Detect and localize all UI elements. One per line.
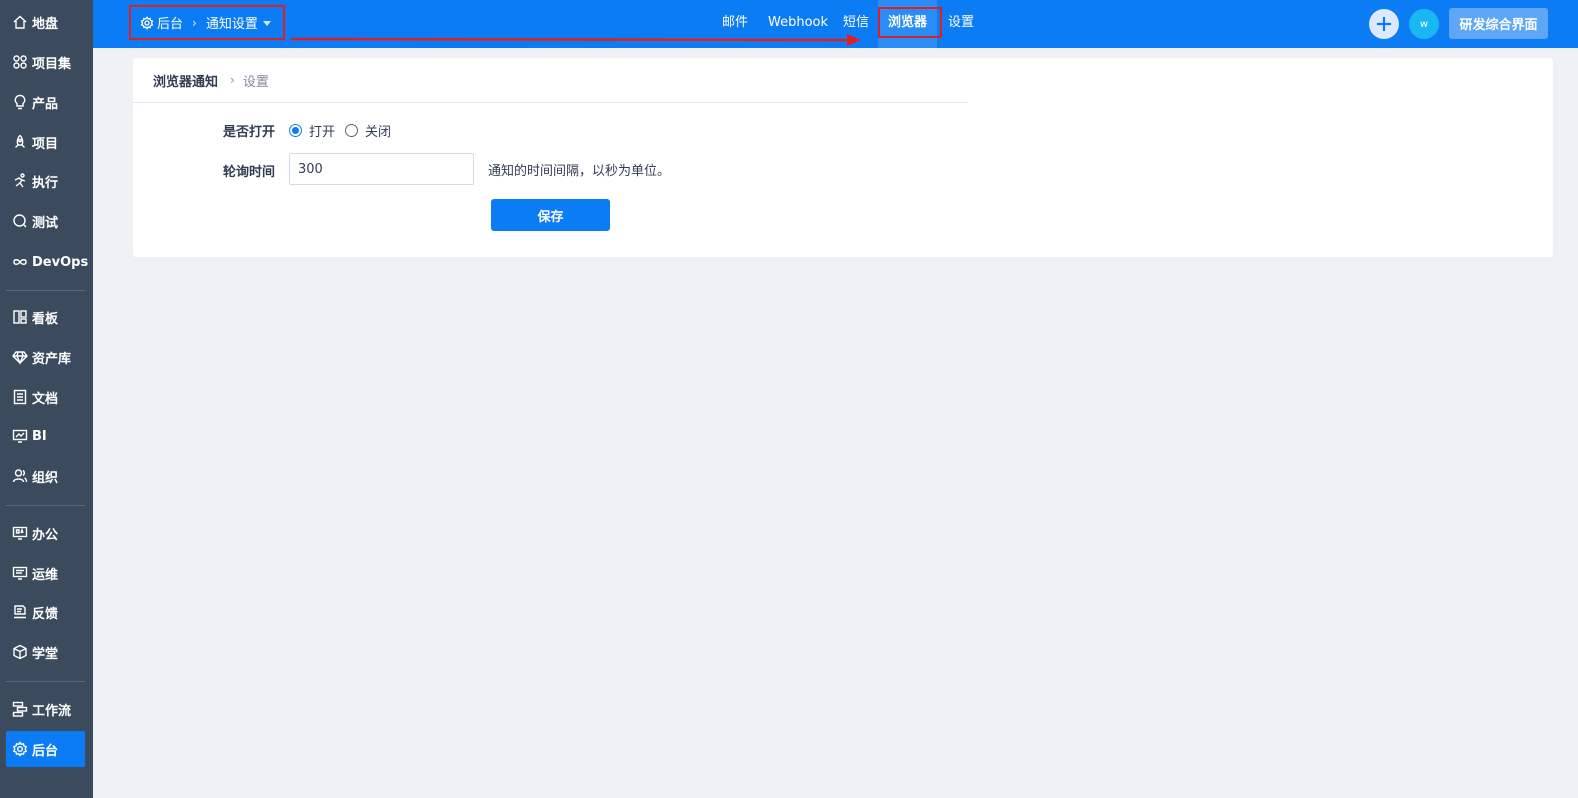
sidebar-item-label: DevOps: [32, 254, 89, 270]
sidebar-item-project[interactable]: 项目: [6, 124, 85, 160]
sidebar-item-devops[interactable]: DevOps: [6, 244, 89, 280]
cube-icon: [12, 644, 28, 660]
bulb-icon: [12, 94, 28, 110]
infinity-icon: [12, 254, 28, 270]
people-icon: [12, 468, 28, 484]
sidebar-item-admin[interactable]: 后台: [6, 731, 85, 767]
sidebar-item-label: 地盘: [32, 16, 59, 32]
panel-subtitle: 设置: [242, 74, 269, 90]
run-icon: [12, 173, 28, 189]
feedback-icon: [12, 604, 28, 620]
topbar: 后台 › 通知设置 邮件 Webhook 短信 浏览器 设置 w 研发综合界面: [93, 0, 1578, 48]
sidebar-item-dashboard[interactable]: 地盘: [6, 4, 85, 40]
interval-hint: 通知的时间间隔，以秒为单位。: [488, 164, 671, 179]
sidebar: 地盘 项目集 产品 项目 执行 测试 DevOps 看板 资产库 文档 BI 组…: [0, 0, 93, 798]
annotation-highlight-box: [878, 7, 942, 38]
sidebar-divider: [6, 505, 85, 506]
sidebar-item-label: 资产库: [32, 351, 72, 367]
workflow-icon: [12, 701, 28, 717]
sidebar-item-test[interactable]: 测试: [6, 203, 85, 239]
panel-header: 浏览器通知 › 设置: [133, 58, 968, 103]
sidebar-item-org[interactable]: 组织: [6, 458, 85, 494]
radio-off-label[interactable]: 关闭: [365, 121, 391, 140]
sidebar-item-label: 看板: [32, 311, 59, 327]
switch-interface-button[interactable]: 研发综合界面: [1449, 8, 1548, 39]
diamond-icon: [12, 349, 28, 365]
sidebar-item-label: 组织: [32, 470, 59, 486]
gear-icon: [140, 15, 154, 30]
settings-panel: 浏览器通知 › 设置 是否打开 打开 关闭 轮询时间 通知的时间间隔，以秒为单位…: [133, 58, 1553, 257]
interval-input[interactable]: [289, 153, 474, 185]
chevron-right-icon: ›: [192, 15, 197, 30]
sidebar-item-label: 办公: [32, 527, 59, 543]
sidebar-item-academy[interactable]: 学堂: [6, 634, 85, 670]
caret-down-icon: [262, 21, 271, 26]
tab-mail[interactable]: 邮件: [722, 0, 748, 48]
kanban-icon: [12, 309, 28, 325]
sidebar-item-bi[interactable]: BI: [6, 418, 85, 454]
sidebar-item-kanban[interactable]: 看板: [6, 299, 85, 335]
sidebar-item-label: 产品: [32, 96, 59, 112]
rocket-icon: [12, 134, 28, 150]
save-button[interactable]: 保存: [491, 199, 610, 231]
sidebar-item-label: 工作流: [32, 703, 72, 719]
document-icon: [12, 389, 28, 405]
home-icon: [12, 14, 28, 30]
test-search-icon: [12, 213, 28, 229]
sidebar-item-docs[interactable]: 文档: [6, 379, 85, 415]
sidebar-item-label: 文档: [32, 391, 59, 407]
enable-radio-group: 打开 关闭: [289, 121, 391, 140]
sidebar-item-label: 测试: [32, 215, 59, 231]
monitor-chart-icon: [12, 428, 28, 444]
sidebar-divider: [6, 290, 85, 291]
sidebar-item-execution[interactable]: 执行: [6, 163, 85, 199]
enable-label: 是否打开: [222, 125, 275, 140]
gear-icon: [12, 741, 28, 757]
sidebar-item-label: 运维: [32, 567, 59, 583]
sidebar-item-label: BI: [32, 428, 47, 444]
tab-webhook[interactable]: Webhook: [768, 0, 828, 48]
interval-label: 轮询时间: [222, 165, 275, 180]
sidebar-item-office[interactable]: 办公: [6, 515, 85, 551]
breadcrumb-current-dropdown[interactable]: 通知设置: [206, 13, 271, 32]
sidebar-item-label: 执行: [32, 175, 59, 191]
radio-on[interactable]: [289, 124, 302, 137]
grid-icon: [12, 54, 28, 70]
sidebar-item-label: 反馈: [32, 606, 59, 622]
sidebar-item-ops[interactable]: 运维: [6, 555, 85, 591]
tab-settings[interactable]: 设置: [948, 0, 974, 48]
create-button[interactable]: [1369, 9, 1399, 39]
avatar[interactable]: w: [1409, 9, 1439, 39]
ops-icon: [12, 565, 28, 581]
breadcrumb-root[interactable]: 后台: [157, 13, 183, 32]
sidebar-item-program[interactable]: 项目集: [6, 44, 85, 80]
chevron-right-icon: ›: [230, 73, 235, 87]
breadcrumb: 后台 › 通知设置: [129, 5, 285, 40]
sidebar-item-label: 学堂: [32, 646, 59, 662]
radio-off[interactable]: [345, 124, 359, 137]
sidebar-item-workflow[interactable]: 工作流: [6, 691, 85, 727]
panel-title: 浏览器通知: [153, 74, 219, 90]
radio-on-label[interactable]: 打开: [309, 121, 335, 140]
sidebar-item-product[interactable]: 产品: [6, 84, 85, 120]
sidebar-item-feedback[interactable]: 反馈: [6, 594, 85, 630]
sidebar-divider: [6, 681, 85, 682]
tab-sms[interactable]: 短信: [843, 0, 869, 48]
sidebar-item-label: 项目集: [32, 56, 72, 72]
breadcrumb-current: 通知设置: [205, 17, 258, 32]
sidebar-item-assets[interactable]: 资产库: [6, 339, 85, 375]
sidebar-item-label: 后台: [32, 743, 59, 759]
sidebar-item-label: 项目: [32, 136, 59, 152]
plus-icon: [1377, 17, 1391, 31]
oa-icon: [12, 525, 28, 541]
